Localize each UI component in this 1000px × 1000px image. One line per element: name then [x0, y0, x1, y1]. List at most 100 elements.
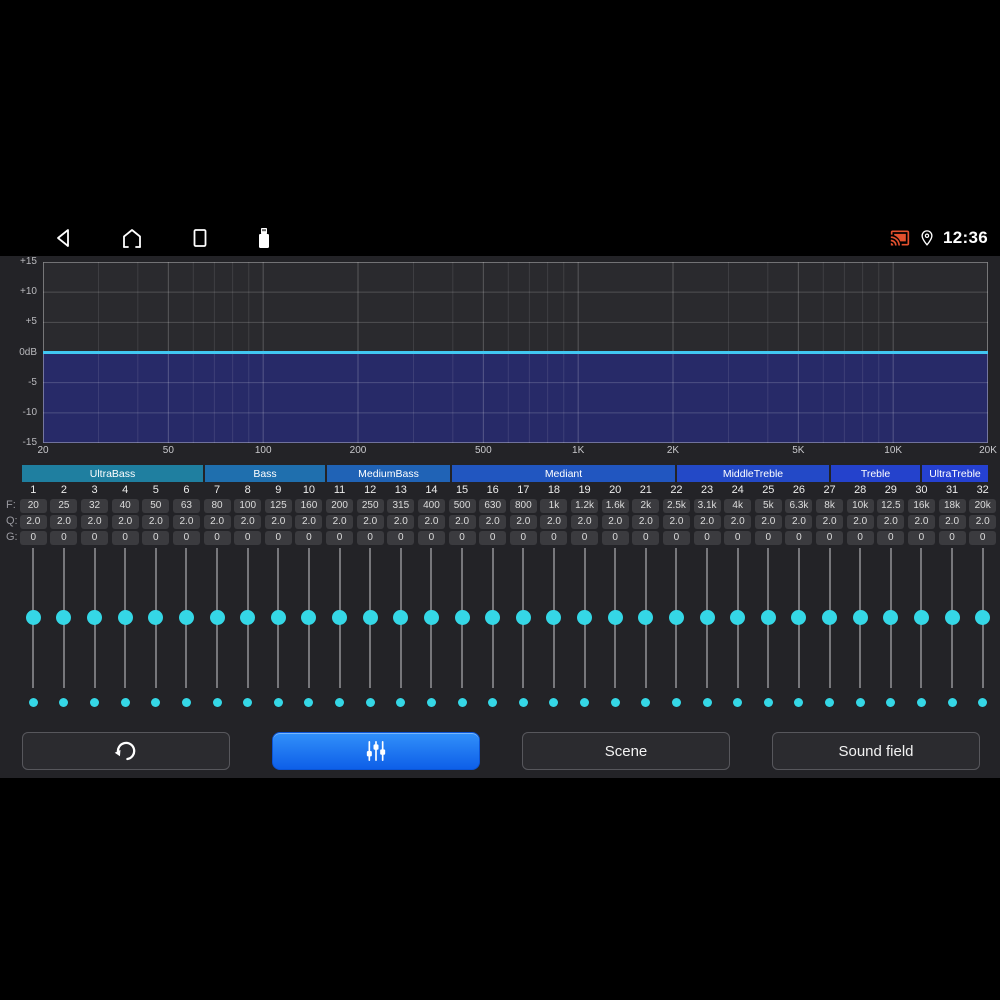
- band-frequency-chip-22[interactable]: 2.5k: [662, 499, 690, 513]
- band-frequency-chip-20[interactable]: 1.6k: [601, 499, 629, 513]
- band-slider-31[interactable]: [937, 548, 968, 716]
- band-slider-6[interactable]: [171, 548, 202, 716]
- band-gain-chip-19[interactable]: 0: [571, 531, 599, 545]
- band-frequency-chip-1[interactable]: 20: [19, 499, 47, 513]
- band-gain-chip-14[interactable]: 0: [417, 531, 445, 545]
- band-frequency-chip-30[interactable]: 16k: [907, 499, 935, 513]
- band-slider-3[interactable]: [79, 548, 110, 716]
- band-q-chip-31[interactable]: 2.0: [938, 515, 966, 529]
- band-frequency-chip-5[interactable]: 50: [142, 499, 170, 513]
- band-frequency-chip-23[interactable]: 3.1k: [693, 499, 721, 513]
- band-slider-32[interactable]: [967, 548, 998, 716]
- slider-knob[interactable]: [515, 609, 531, 625]
- band-gain-chip-26[interactable]: 0: [785, 531, 813, 545]
- band-q-chip-32[interactable]: 2.0: [969, 515, 997, 529]
- band-q-chip-15[interactable]: 2.0: [448, 515, 476, 529]
- band-q-chip-23[interactable]: 2.0: [693, 515, 721, 529]
- band-gain-chip-28[interactable]: 0: [846, 531, 874, 545]
- band-gain-chip-31[interactable]: 0: [938, 531, 966, 545]
- slider-knob[interactable]: [454, 609, 470, 625]
- band-gain-chip-21[interactable]: 0: [632, 531, 660, 545]
- band-frequency-chip-24[interactable]: 4k: [724, 499, 752, 513]
- slider-knob[interactable]: [209, 609, 225, 625]
- band-slider-25[interactable]: [753, 548, 784, 716]
- band-gain-chip-7[interactable]: 0: [203, 531, 231, 545]
- band-q-chip-27[interactable]: 2.0: [816, 515, 844, 529]
- slider-knob[interactable]: [240, 609, 256, 625]
- slider-knob[interactable]: [270, 609, 286, 625]
- band-frequency-chip-28[interactable]: 10k: [846, 499, 874, 513]
- home-icon[interactable]: [120, 227, 144, 249]
- band-slider-10[interactable]: [294, 548, 325, 716]
- band-q-chip-26[interactable]: 2.0: [785, 515, 813, 529]
- slider-knob[interactable]: [546, 609, 562, 625]
- band-gain-chip-25[interactable]: 0: [754, 531, 782, 545]
- band-gain-chip-13[interactable]: 0: [387, 531, 415, 545]
- band-gain-chip-11[interactable]: 0: [326, 531, 354, 545]
- band-slider-16[interactable]: [477, 548, 508, 716]
- slider-knob[interactable]: [117, 609, 133, 625]
- band-q-chip-19[interactable]: 2.0: [571, 515, 599, 529]
- band-gain-chip-18[interactable]: 0: [540, 531, 568, 545]
- slider-knob[interactable]: [944, 609, 960, 625]
- band-slider-4[interactable]: [110, 548, 141, 716]
- slider-knob[interactable]: [485, 609, 501, 625]
- band-frequency-chip-17[interactable]: 800: [509, 499, 537, 513]
- band-q-chip-11[interactable]: 2.0: [326, 515, 354, 529]
- slider-knob[interactable]: [852, 609, 868, 625]
- band-q-chip-10[interactable]: 2.0: [295, 515, 323, 529]
- band-gain-chip-12[interactable]: 0: [356, 531, 384, 545]
- slider-knob[interactable]: [699, 609, 715, 625]
- band-q-chip-18[interactable]: 2.0: [540, 515, 568, 529]
- band-gain-chip-27[interactable]: 0: [816, 531, 844, 545]
- slider-knob[interactable]: [423, 609, 439, 625]
- band-slider-9[interactable]: [263, 548, 294, 716]
- band-slider-11[interactable]: [324, 548, 355, 716]
- slider-knob[interactable]: [87, 609, 103, 625]
- band-frequency-chip-4[interactable]: 40: [111, 499, 139, 513]
- band-slider-27[interactable]: [814, 548, 845, 716]
- slider-knob[interactable]: [791, 609, 807, 625]
- band-slider-8[interactable]: [232, 548, 263, 716]
- band-gain-chip-22[interactable]: 0: [662, 531, 690, 545]
- band-q-chip-6[interactable]: 2.0: [172, 515, 200, 529]
- band-frequency-chip-27[interactable]: 8k: [816, 499, 844, 513]
- band-slider-1[interactable]: [18, 548, 49, 716]
- band-frequency-chip-19[interactable]: 1.2k: [571, 499, 599, 513]
- band-q-chip-17[interactable]: 2.0: [509, 515, 537, 529]
- band-q-chip-16[interactable]: 2.0: [479, 515, 507, 529]
- slider-knob[interactable]: [178, 609, 194, 625]
- band-frequency-chip-8[interactable]: 100: [234, 499, 262, 513]
- band-q-chip-12[interactable]: 2.0: [356, 515, 384, 529]
- band-slider-12[interactable]: [355, 548, 386, 716]
- slider-knob[interactable]: [883, 609, 899, 625]
- band-gain-chip-10[interactable]: 0: [295, 531, 323, 545]
- scene-button[interactable]: Scene: [522, 732, 730, 770]
- band-slider-29[interactable]: [876, 548, 907, 716]
- band-q-chip-5[interactable]: 2.0: [142, 515, 170, 529]
- band-q-chip-13[interactable]: 2.0: [387, 515, 415, 529]
- slider-knob[interactable]: [362, 609, 378, 625]
- slider-knob[interactable]: [913, 609, 929, 625]
- band-gain-chip-23[interactable]: 0: [693, 531, 721, 545]
- band-gain-chip-1[interactable]: 0: [19, 531, 47, 545]
- band-slider-28[interactable]: [845, 548, 876, 716]
- band-q-chip-22[interactable]: 2.0: [662, 515, 690, 529]
- slider-knob[interactable]: [822, 609, 838, 625]
- band-frequency-chip-3[interactable]: 32: [81, 499, 109, 513]
- band-slider-23[interactable]: [692, 548, 723, 716]
- band-slider-30[interactable]: [906, 548, 937, 716]
- band-gain-chip-29[interactable]: 0: [877, 531, 905, 545]
- band-frequency-chip-26[interactable]: 6.3k: [785, 499, 813, 513]
- band-slider-17[interactable]: [508, 548, 539, 716]
- band-frequency-chip-9[interactable]: 125: [264, 499, 292, 513]
- band-q-chip-24[interactable]: 2.0: [724, 515, 752, 529]
- band-slider-19[interactable]: [569, 548, 600, 716]
- band-frequency-chip-11[interactable]: 200: [326, 499, 354, 513]
- slider-knob[interactable]: [607, 609, 623, 625]
- band-slider-5[interactable]: [141, 548, 172, 716]
- band-slider-2[interactable]: [49, 548, 80, 716]
- band-frequency-chip-29[interactable]: 12.5: [877, 499, 905, 513]
- band-gain-chip-30[interactable]: 0: [907, 531, 935, 545]
- band-q-chip-1[interactable]: 2.0: [19, 515, 47, 529]
